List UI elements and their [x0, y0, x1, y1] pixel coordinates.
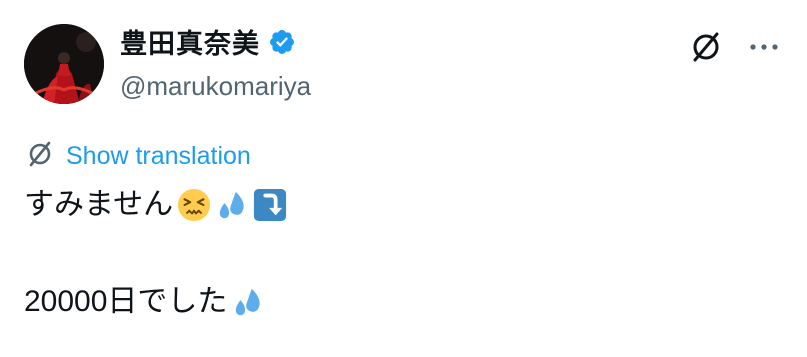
avatar-image	[24, 24, 104, 104]
tweet-text-line-1: すみません	[24, 185, 287, 225]
tweet-text-1: すみません	[24, 188, 174, 221]
sweat-droplets-emoji	[236, 288, 261, 316]
translate-icon[interactable]	[689, 30, 723, 64]
avatar[interactable]	[24, 24, 104, 104]
verified-badge-icon	[268, 28, 296, 61]
author-name-row: 豊田真奈美	[120, 26, 296, 62]
display-name[interactable]: 豊田真奈美	[120, 26, 260, 62]
down-arrow-emoji	[254, 188, 287, 222]
tweet-text-line-2: 20000日でした	[24, 282, 265, 322]
show-translation-link[interactable]: Show translation	[66, 138, 251, 174]
persevering-face-emoji	[178, 188, 211, 222]
translate-small-icon	[26, 140, 54, 173]
author-handle[interactable]: @marukomariya	[120, 68, 311, 104]
sweat-droplets-emoji	[219, 191, 244, 219]
tweet-text-2: 20000日でした	[24, 285, 228, 318]
tweet-actions	[689, 30, 779, 64]
more-icon[interactable]	[749, 43, 779, 51]
translation-row[interactable]: Show translation	[26, 138, 251, 174]
